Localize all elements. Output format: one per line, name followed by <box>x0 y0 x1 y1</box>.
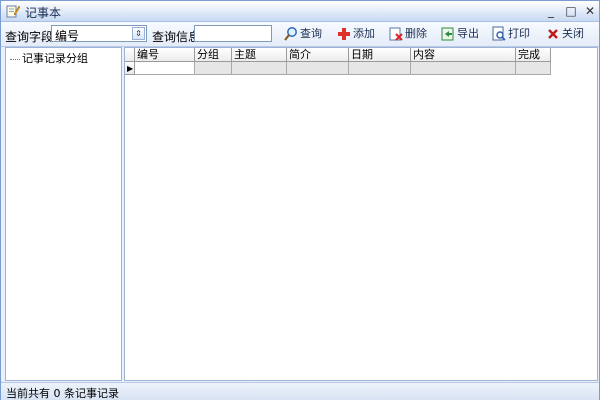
query-button-label: 查询 <box>300 27 322 40</box>
app-notepad-icon <box>6 4 21 18</box>
query-field-select[interactable]: 编号 ⇕ <box>51 25 147 43</box>
delete-button[interactable]: 删除 <box>388 25 427 43</box>
cell-subject[interactable] <box>232 62 287 75</box>
query-field-label: 查询字段 <box>5 30 54 44</box>
cell-summary[interactable] <box>287 62 349 75</box>
table-row[interactable]: ▶ <box>125 62 555 75</box>
column-header-content[interactable]: 内容 <box>411 48 516 62</box>
notepad-window: 记事本 _ □ ✕ 查询字段 编号 ⇕ 查询信息 查询 添加 删除 导出 打印 … <box>0 0 600 400</box>
close-button[interactable]: 关闭 <box>545 25 584 43</box>
query-field-value: 编号 <box>55 29 80 43</box>
header-corner <box>125 48 135 62</box>
tree-node-root[interactable]: 记事记录分组 <box>10 50 88 66</box>
cell-done[interactable] <box>516 62 551 75</box>
toolbar: 查询字段 编号 ⇕ 查询信息 查询 添加 删除 导出 打印 关闭 <box>1 22 599 47</box>
records-grid[interactable]: 编号 分组 主题 简介 日期 内容 完成 ▶ <box>124 47 598 381</box>
column-header-summary[interactable]: 简介 <box>287 48 349 62</box>
add-button[interactable]: 添加 <box>336 25 375 43</box>
close-window-button[interactable]: ✕ <box>581 3 599 19</box>
tree-node-label: 记事记录分组 <box>22 52 88 65</box>
export-button-label: 导出 <box>457 27 479 40</box>
chevron-down-icon[interactable]: ⇕ <box>132 27 145 40</box>
status-bar: 当前共有 0 条记事记录 <box>1 382 599 400</box>
cell-content[interactable] <box>411 62 516 75</box>
delete-button-label: 删除 <box>405 27 427 40</box>
query-info-label: 查询信息 <box>152 30 201 44</box>
cell-date[interactable] <box>349 62 411 75</box>
column-header-date[interactable]: 日期 <box>349 48 411 62</box>
print-button[interactable]: 打印 <box>491 25 530 43</box>
record-count-status: 当前共有 0 条记事记录 <box>6 387 119 400</box>
x-close-icon <box>545 26 561 42</box>
column-header-group[interactable]: 分组 <box>195 48 232 62</box>
maximize-button[interactable]: □ <box>562 3 580 19</box>
delete-icon <box>388 26 404 42</box>
magnifier-icon <box>283 26 299 42</box>
row-pointer-icon: ▶ <box>125 62 135 75</box>
title-bar[interactable]: 记事本 _ □ ✕ <box>1 1 599 22</box>
minimize-button[interactable]: _ <box>542 3 560 19</box>
export-button[interactable]: 导出 <box>440 25 479 43</box>
column-header-subject[interactable]: 主题 <box>232 48 287 62</box>
print-button-label: 打印 <box>508 27 530 40</box>
group-tree[interactable]: 记事记录分组 <box>5 47 122 381</box>
export-icon <box>440 26 456 42</box>
plus-icon <box>336 26 352 42</box>
query-button[interactable]: 查询 <box>283 25 322 43</box>
window-title: 记事本 <box>25 6 62 20</box>
column-header-done[interactable]: 完成 <box>516 48 551 62</box>
grid-header: 编号 分组 主题 简介 日期 内容 完成 <box>125 48 555 62</box>
query-info-input[interactable] <box>194 25 272 42</box>
close-button-label: 关闭 <box>562 27 584 40</box>
tree-connector <box>10 58 20 60</box>
add-button-label: 添加 <box>353 27 375 40</box>
print-preview-icon <box>491 26 507 42</box>
cell-id[interactable] <box>135 62 195 75</box>
column-header-id[interactable]: 编号 <box>135 48 195 62</box>
cell-group[interactable] <box>195 62 232 75</box>
